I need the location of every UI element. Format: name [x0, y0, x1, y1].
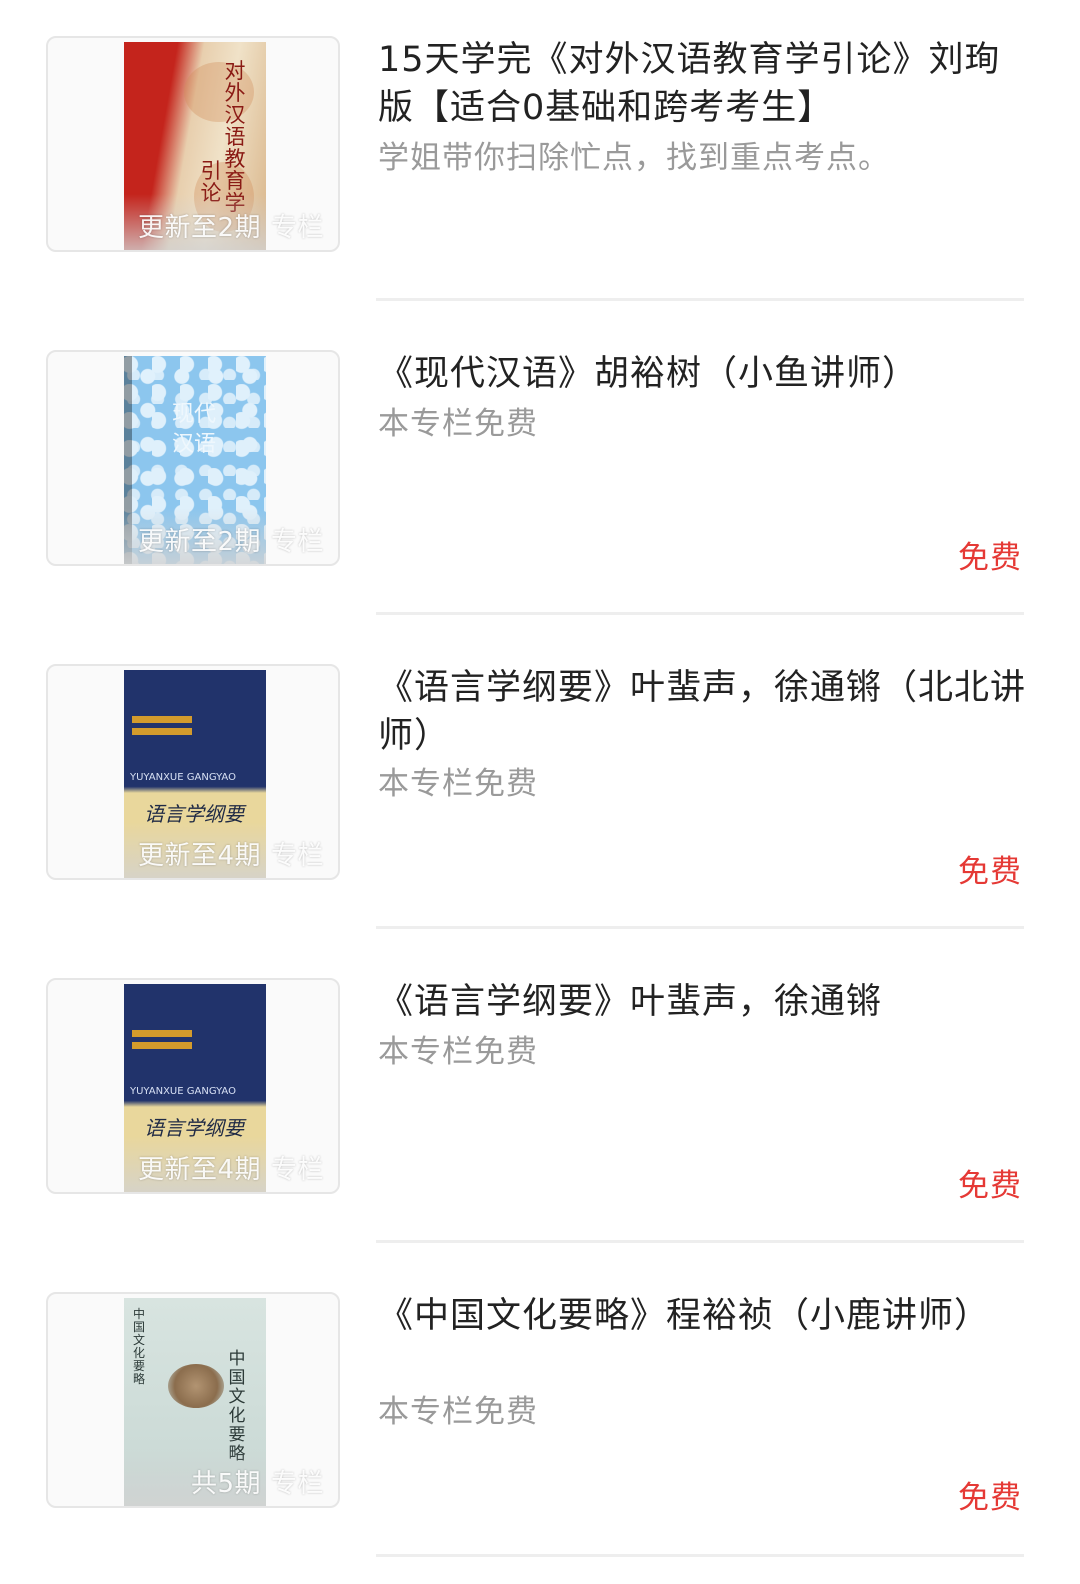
item-title[interactable]: 《语言学纲要》叶蜚声，徐通锵: [378, 978, 1028, 1026]
update-status: 更新至4期: [137, 1155, 261, 1185]
price-label: 免费: [958, 540, 1022, 576]
list-item[interactable]: 中国文化要略 中国文化要略 共5期专栏 《中国文化要略》程裕祯（小鹿讲师） 本专…: [0, 1256, 1080, 1570]
price-label: 免费: [958, 854, 1022, 890]
item-subtitle: 学姐带你扫除忙点，找到重点考点。: [378, 140, 890, 176]
divider: [376, 612, 1024, 615]
divider: [376, 1240, 1024, 1243]
column-tag: 专栏: [270, 213, 324, 243]
item-subtitle: 本专栏免费: [378, 1034, 538, 1070]
thumbnail[interactable]: 对外汉语教育学 引论 更新至2期专栏: [46, 36, 340, 252]
cover-title: 现代: [172, 402, 217, 427]
divider: [376, 298, 1024, 301]
thumbnail-caption: 更新至2期 专栏: [138, 521, 324, 558]
item-title[interactable]: 《中国文化要略》程裕祯（小鹿讲师）: [378, 1292, 1028, 1340]
cover-subtitle: YUYANXUE GANGYAO: [130, 1086, 236, 1097]
column-tag: 专栏: [270, 841, 324, 871]
price-label: 免费: [958, 1480, 1022, 1516]
thumbnail[interactable]: YUYANXUE GANGYAO 语言学纲要 更新至4期 专栏: [46, 978, 340, 1194]
thumbnail-caption: 更新至4期 专栏: [138, 1149, 324, 1186]
thumbnail[interactable]: 中国文化要略 中国文化要略 共5期专栏: [46, 1292, 340, 1508]
thumbnail[interactable]: YUYANXUE GANGYAO 语言学纲要 更新至4期 专栏: [46, 664, 340, 880]
update-status: 共5期: [190, 1469, 261, 1499]
column-tag: 专栏: [270, 1155, 324, 1185]
list-item[interactable]: YUYANXUE GANGYAO 语言学纲要 更新至4期 专栏 《语言学纲要》叶蜚…: [0, 628, 1080, 942]
column-tag: 专栏: [270, 1469, 324, 1499]
cover-title: 中国文化要略: [228, 1349, 246, 1464]
list-item[interactable]: YUYANXUE GANGYAO 语言学纲要 更新至4期 专栏 《语言学纲要》叶蜚…: [0, 942, 1080, 1256]
column-tag: 专栏: [270, 527, 324, 557]
item-title[interactable]: 《语言学纲要》叶蜚声，徐通锵（北北讲师）: [378, 664, 1028, 760]
divider: [376, 1554, 1024, 1557]
item-subtitle: 本专栏免费: [378, 1394, 538, 1430]
thumbnail-caption: 更新至4期 专栏: [138, 835, 324, 872]
column-list: 对外汉语教育学 引论 更新至2期专栏 15天学完《对外汉语教育学引论》刘珣版【适…: [0, 0, 1080, 1584]
list-item[interactable]: 现代 汉语 更新至2期 专栏 《现代汉语》胡裕树（小鱼讲师） 本专栏免费 免费: [0, 314, 1080, 628]
cover-title: 对外汉语教育学: [224, 59, 246, 214]
thumbnail-caption: 共5期 专栏: [191, 1463, 324, 1500]
update-status: 更新至4期: [137, 841, 261, 871]
item-title[interactable]: 15天学完《对外汉语教育学引论》刘珣版【适合0基础和跨考考生】: [378, 36, 1028, 132]
divider: [376, 926, 1024, 929]
thumbnail-caption: 更新至2期 专栏: [138, 207, 324, 244]
cover-subtitle: YUYANXUE GANGYAO: [130, 772, 236, 783]
price-label: 免费: [958, 1168, 1022, 1204]
item-subtitle: 本专栏免费: [378, 766, 538, 802]
list-item[interactable]: 对外汉语教育学 引论 更新至2期专栏 15天学完《对外汉语教育学引论》刘珣版【适…: [0, 0, 1080, 314]
item-subtitle: 本专栏免费: [378, 406, 538, 442]
update-status: 更新至2期: [137, 213, 261, 243]
thumbnail[interactable]: 现代 汉语 更新至2期 专栏: [46, 350, 340, 566]
update-status: 更新至2期: [137, 527, 261, 557]
item-title[interactable]: 《现代汉语》胡裕树（小鱼讲师）: [378, 350, 1028, 398]
